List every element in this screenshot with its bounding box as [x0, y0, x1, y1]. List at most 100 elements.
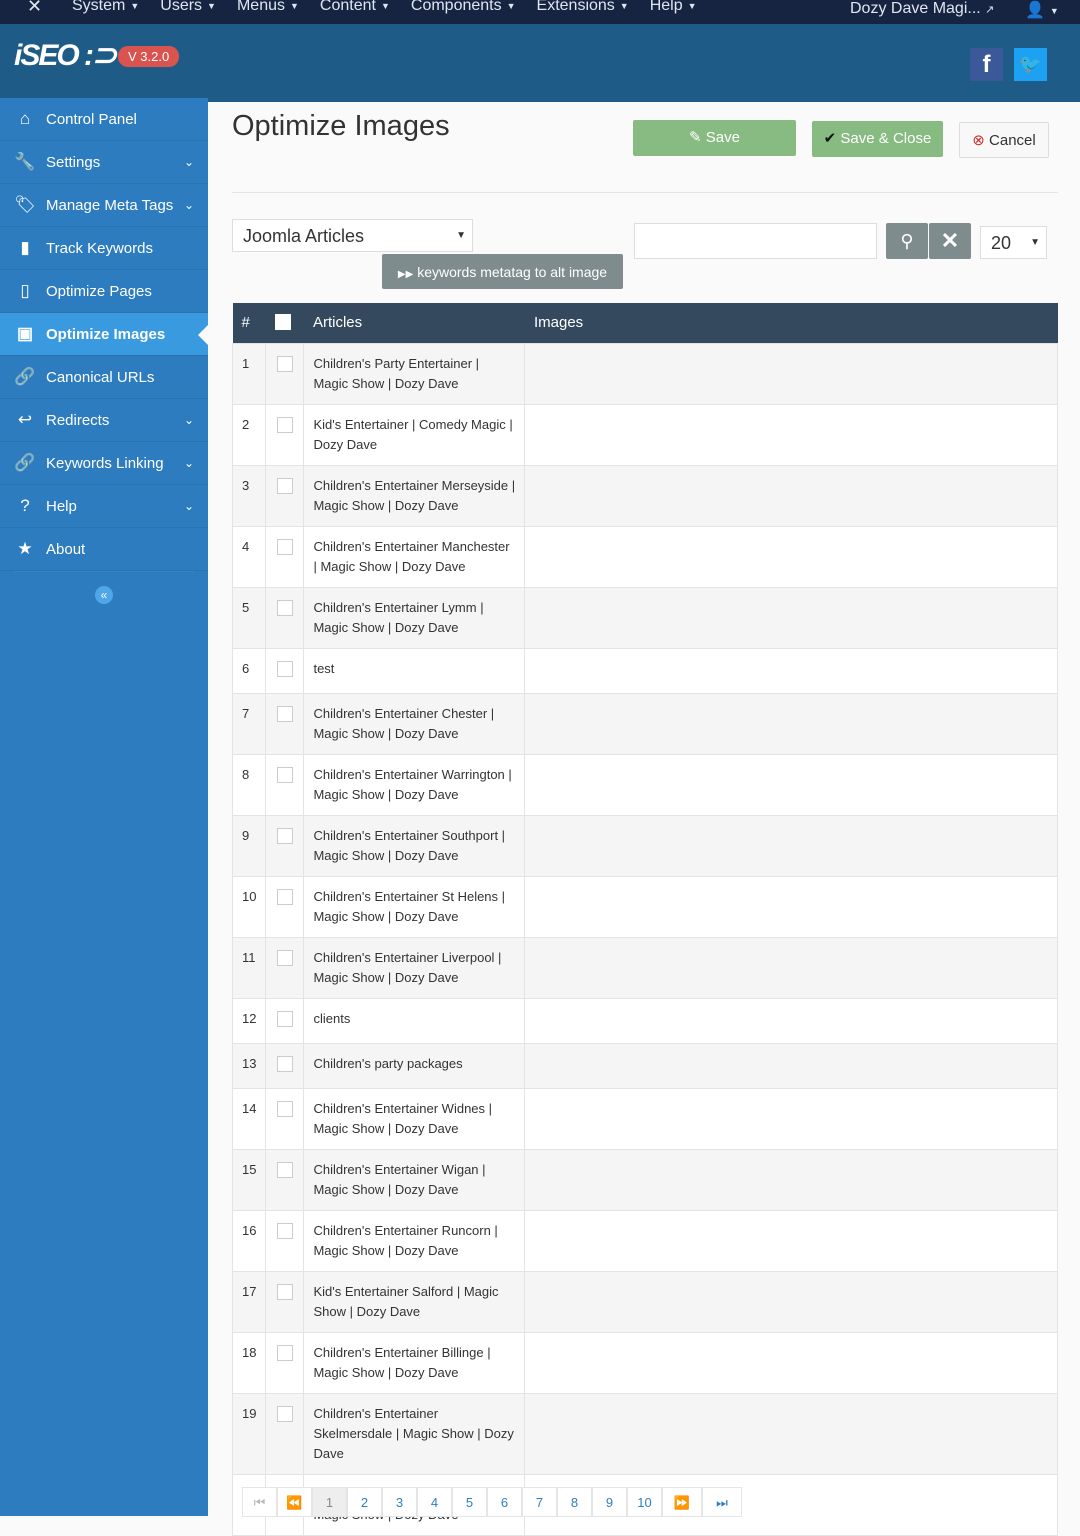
- forward-icon: ▶▶: [397, 269, 414, 280]
- row-checkbox[interactable]: [276, 1283, 293, 1300]
- row-checkbox[interactable]: [276, 1100, 293, 1117]
- article-title[interactable]: Children's Entertainer Warrington | Magi…: [303, 753, 526, 816]
- prev-page-button[interactable]: ⏪: [277, 1487, 312, 1517]
- last-page-button[interactable]: ⏭: [702, 1487, 742, 1517]
- menu-content[interactable]: Content ▼: [320, 0, 390, 15]
- menu-help[interactable]: Help ▼: [650, 0, 697, 15]
- wrench-icon: 🔧: [14, 152, 36, 171]
- source-select[interactable]: Joomla Articles ▼: [232, 219, 473, 252]
- sidebar-item-track-keywords[interactable]: ▮ Track Keywords: [0, 227, 208, 270]
- article-title[interactable]: Kid's Entertainer | Comedy Magic | Dozy …: [303, 403, 526, 466]
- collapse-sidebar-icon[interactable]: «: [95, 586, 113, 604]
- row-checkbox[interactable]: [276, 766, 293, 783]
- sidebar-item-manage-meta-tags[interactable]: 🏷 Manage Meta Tags ⌄: [0, 184, 208, 227]
- article-title[interactable]: Children's Entertainer Southport | Magic…: [303, 814, 526, 877]
- article-title[interactable]: Kid's Entertainer Salford | Magic Show |…: [303, 1270, 526, 1333]
- sidebar-item-keywords-linking[interactable]: 🔗 Keywords Linking ⌄: [0, 442, 208, 485]
- page-2-button[interactable]: 2: [347, 1487, 382, 1517]
- article-title[interactable]: clients: [303, 997, 526, 1044]
- images-cell: [524, 1148, 1058, 1211]
- pagination: ⏮ ⏪ 1 2 3 4 5 6 7 8 9 10 ⏩ ⏭: [242, 1487, 742, 1517]
- first-page-button[interactable]: ⏮: [242, 1487, 277, 1517]
- article-title[interactable]: Children's Entertainer Skelmersdale | Ma…: [303, 1392, 526, 1475]
- images-cell: [524, 997, 1058, 1044]
- keywords-to-alt-button[interactable]: ▶▶ keywords metatag to alt image: [382, 254, 623, 289]
- search-input[interactable]: [634, 223, 877, 259]
- facebook-icon[interactable]: f: [970, 48, 1003, 81]
- row-checkbox[interactable]: [276, 1055, 293, 1072]
- next-page-button[interactable]: ⏩: [662, 1487, 702, 1517]
- sidebar-item-optimize-images[interactable]: ▣ Optimize Images: [0, 313, 208, 356]
- user-icon: 👤: [1025, 2, 1045, 19]
- select-all-checkbox[interactable]: [265, 303, 304, 343]
- article-title[interactable]: Children's Entertainer Manchester | Magi…: [303, 525, 526, 588]
- page-1-button[interactable]: 1: [312, 1487, 347, 1517]
- table-row: 5 Children's Entertainer Lymm | Magic Sho…: [231, 586, 1058, 649]
- menu-menus[interactable]: Menus ▼: [237, 0, 299, 15]
- article-title[interactable]: test: [303, 647, 526, 694]
- row-checkbox[interactable]: [276, 355, 293, 372]
- joomla-icon[interactable]: ✕: [27, 0, 42, 17]
- user-menu[interactable]: 👤 ▼: [1025, 0, 1059, 20]
- page-5-button[interactable]: 5: [452, 1487, 487, 1517]
- star-icon: ★: [17, 539, 33, 558]
- menu-system[interactable]: System ▼: [72, 0, 139, 15]
- save-close-button[interactable]: ✔ Save & Close: [812, 121, 943, 157]
- sidebar-item-control-panel[interactable]: ⌂ Control Panel: [0, 98, 208, 141]
- images-cell: [524, 875, 1058, 938]
- article-title[interactable]: Children's Entertainer Merseyside | Magi…: [303, 464, 526, 527]
- cancel-button[interactable]: ⊗ Cancel: [959, 122, 1049, 158]
- page-4-button[interactable]: 4: [417, 1487, 452, 1517]
- article-title[interactable]: Children's Entertainer Runcorn | Magic S…: [303, 1209, 526, 1272]
- row-checkbox[interactable]: [276, 1161, 293, 1178]
- article-title[interactable]: Children's Entertainer Lymm | Magic Show…: [303, 586, 526, 649]
- page-7-button[interactable]: 7: [522, 1487, 557, 1517]
- sidebar-item-redirects[interactable]: ↩ Redirects ⌄: [0, 399, 208, 442]
- row-checkbox[interactable]: [276, 660, 293, 677]
- limit-select[interactable]: 20 ▼: [980, 226, 1047, 259]
- menu-extensions[interactable]: Extensions ▼: [537, 0, 629, 15]
- sidebar-item-help[interactable]: ? Help ⌄: [0, 485, 208, 528]
- menu-users[interactable]: Users ▼: [160, 0, 216, 15]
- row-number: 4: [231, 525, 267, 588]
- row-checkbox[interactable]: [276, 949, 293, 966]
- article-title[interactable]: Children's Entertainer Widnes | Magic Sh…: [303, 1087, 526, 1150]
- sidebar-item-settings[interactable]: 🔧 Settings ⌄: [0, 141, 208, 184]
- row-checkbox[interactable]: [276, 888, 293, 905]
- row-checkbox[interactable]: [276, 416, 293, 433]
- article-title[interactable]: Children's party packages: [303, 1042, 526, 1089]
- row-checkbox[interactable]: [276, 538, 293, 555]
- article-title[interactable]: Children's Entertainer St Helens | Magic…: [303, 875, 526, 938]
- col-images: Images: [524, 303, 1058, 343]
- page-3-button[interactable]: 3: [382, 1487, 417, 1517]
- page-6-button[interactable]: 6: [487, 1487, 522, 1517]
- article-title[interactable]: Children's Entertainer Billinge | Magic …: [303, 1331, 526, 1394]
- page-8-button[interactable]: 8: [557, 1487, 592, 1517]
- sidebar-item-optimize-pages[interactable]: ▯ Optimize Pages: [0, 270, 208, 313]
- menu-components[interactable]: Components ▼: [411, 0, 516, 15]
- sidebar-item-canonical-urls[interactable]: 🔗 Canonical URLs: [0, 356, 208, 399]
- article-title[interactable]: Children's Entertainer Chester | Magic S…: [303, 692, 526, 755]
- page-10-button[interactable]: 10: [627, 1487, 662, 1517]
- article-title[interactable]: Children's Party Entertainer | Magic Sho…: [303, 342, 526, 405]
- article-title[interactable]: Children's Entertainer Wigan | Magic Sho…: [303, 1148, 526, 1211]
- row-checkbox[interactable]: [276, 827, 293, 844]
- row-checkbox[interactable]: [276, 599, 293, 616]
- page-9-button[interactable]: 9: [592, 1487, 627, 1517]
- iseo-logo: iSEO :⊃: [14, 39, 117, 72]
- search-button[interactable]: ⚲: [886, 223, 928, 259]
- clear-search-button[interactable]: ✕: [929, 223, 971, 259]
- twitter-icon[interactable]: 🐦: [1014, 48, 1047, 81]
- row-checkbox[interactable]: [276, 1405, 293, 1422]
- images-cell: [524, 753, 1058, 816]
- save-button[interactable]: ✎ Save: [633, 120, 796, 156]
- article-title[interactable]: Children's Entertainer Liverpool | Magic…: [303, 936, 526, 999]
- sidebar-item-about[interactable]: ★ About: [0, 528, 208, 571]
- check-icon: ✔: [823, 130, 837, 147]
- user-site-link[interactable]: Dozy Dave Magi... ↗: [850, 0, 994, 18]
- row-checkbox[interactable]: [276, 1222, 293, 1239]
- row-checkbox[interactable]: [276, 1010, 293, 1027]
- row-checkbox[interactable]: [276, 477, 293, 494]
- row-checkbox[interactable]: [276, 1344, 293, 1361]
- row-checkbox[interactable]: [276, 705, 293, 722]
